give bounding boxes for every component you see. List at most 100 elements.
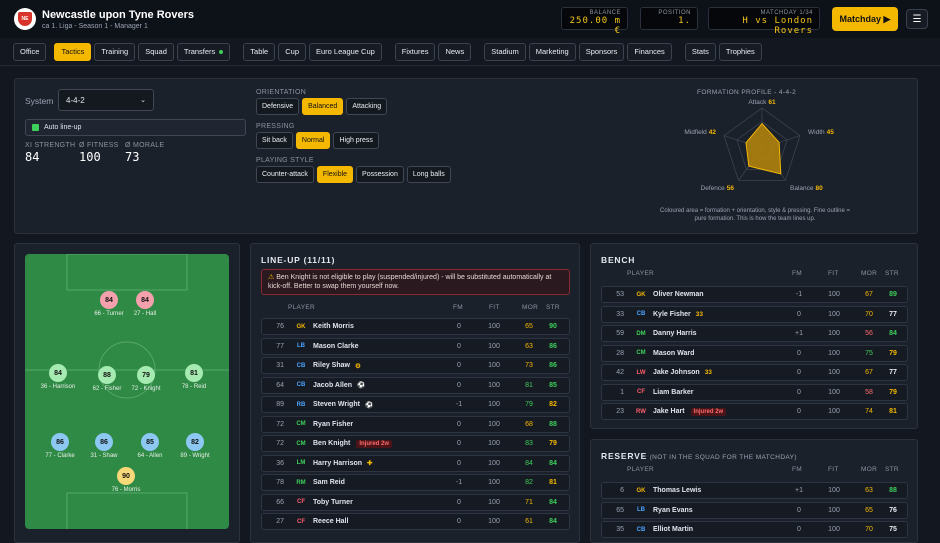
nav-fixtures[interactable]: Fixtures: [394, 42, 436, 61]
strength-value: 86: [549, 362, 557, 369]
player-row[interactable]: 23 RW Jake Hart Injured 2w 0 100 74 81: [601, 403, 908, 420]
nav-stats[interactable]: Stats: [684, 42, 716, 61]
player-row[interactable]: 59 DM Danny Harris +1 100 56 84: [601, 325, 908, 342]
player-row[interactable]: 53 GK Oliver Newman -1 100 67 89: [601, 286, 908, 303]
pitch-player[interactable]: 84 27 - Hall: [110, 291, 180, 317]
position-badge: LB: [637, 507, 645, 513]
profile-note: Coloured area = formation + orientation,…: [660, 208, 850, 222]
nav-marketing[interactable]: Marketing: [528, 42, 576, 61]
shirt-number: 78: [276, 479, 284, 486]
player-rating-circle: 85: [141, 433, 159, 451]
fitness-value: 100: [488, 498, 500, 506]
nav-office[interactable]: Office: [13, 42, 47, 61]
pitch-player[interactable]: 90 76 - Morris: [91, 467, 161, 493]
pitch-player-name: 27 - Hall: [133, 311, 157, 317]
auto-lineup-button[interactable]: Auto line-up: [25, 119, 246, 136]
player-name-cell: Liam Barker: [653, 389, 693, 396]
pressing-sit-back[interactable]: Sit back: [256, 132, 293, 149]
nav-table[interactable]: Table: [243, 42, 276, 61]
position-badge: CM: [296, 421, 306, 427]
form-value: 0: [797, 349, 801, 357]
player-name: Toby Turner: [313, 498, 353, 506]
player-row[interactable]: 33 CB Kyle Fisher 33 0 100 70 77: [601, 305, 908, 323]
pitch-player[interactable]: 82 89 - Wright: [160, 433, 229, 459]
lineup-panel: LINE-UP (11/11) ⚠ Ben Knight is not elig…: [250, 243, 580, 543]
shirt-number: 23: [616, 408, 624, 415]
nav-stadium[interactable]: Stadium: [484, 42, 526, 61]
player-name: Oliver Newman: [653, 291, 704, 298]
system-select[interactable]: 4-4-2 ⌄: [58, 89, 154, 111]
nav-training[interactable]: Training: [94, 42, 136, 61]
player-rating-circle: 82: [186, 433, 204, 451]
style-possession[interactable]: Possession: [356, 166, 404, 183]
player-rating-circle: 79: [137, 366, 155, 384]
orientation-attacking[interactable]: Attacking: [346, 98, 388, 115]
matchday-button[interactable]: Matchday ▶: [832, 7, 898, 31]
position-badge: LB: [297, 343, 305, 349]
player-rating-circle: 86: [95, 433, 113, 451]
pressing-normal[interactable]: Normal: [295, 132, 331, 149]
style-long-balls[interactable]: Long balls: [406, 166, 451, 183]
nav-euro-league-cup[interactable]: Euro League Cup: [309, 42, 382, 61]
position-badge: RM: [296, 479, 306, 486]
shirt-number: 33: [616, 310, 624, 318]
fitness-value: 100: [828, 310, 840, 318]
bench-panel: BENCH PLAYER FM FIT MOR STR 53 GK Oliver N…: [590, 243, 918, 429]
menu-icon[interactable]: ☰: [906, 9, 928, 29]
orientation-group: ORIENTATION Defensive Balanced Attacking: [256, 89, 388, 115]
nav-transfers[interactable]: Transfers: [176, 42, 231, 61]
player-row[interactable]: 66 CF Toby Turner 0 100 71 84: [261, 493, 570, 511]
pitch-player[interactable]: 81 78 - Reid: [159, 364, 229, 390]
form-value: 0: [457, 342, 461, 350]
player-name: Thomas Lewis: [653, 487, 702, 494]
player-row[interactable]: 42 LW Jake Johnson 33 0 100 67 77: [601, 364, 908, 381]
form-value: 0: [457, 498, 461, 506]
player-name-cell: Oliver Newman: [653, 291, 704, 298]
player-name-cell: Sam Reid: [313, 479, 345, 486]
status-icon: 33: [704, 369, 712, 376]
nav-cup[interactable]: Cup: [278, 42, 306, 61]
morale-value: 65: [865, 506, 873, 514]
nav-tactics[interactable]: Tactics: [54, 42, 92, 61]
radar-label-defence: Defence 56: [701, 185, 735, 192]
player-name-cell: Riley Shaw ⚙: [313, 362, 361, 370]
player-name: Keith Morris: [313, 323, 354, 330]
strength-value: 90: [549, 323, 557, 330]
player-row[interactable]: 76 GK Keith Morris 0 100 65 90: [261, 318, 570, 335]
player-row[interactable]: 89 RB Steven Wright ⚽ -1 100 79 82: [261, 396, 570, 413]
nav-squad[interactable]: Squad: [138, 42, 174, 61]
strength-value: 76: [889, 506, 897, 514]
nav-news[interactable]: News: [438, 42, 472, 61]
player-name-cell: Kyle Fisher 33: [653, 311, 703, 318]
morale-value: 82: [525, 479, 533, 486]
player-row[interactable]: 6 GK Thomas Lewis +1 100 63 88: [601, 482, 908, 499]
orientation-defensive[interactable]: Defensive: [256, 98, 300, 115]
orientation-balanced[interactable]: Balanced: [302, 98, 344, 115]
player-row[interactable]: 36 LM Harry Harrison ✚ 0 100 84 84: [261, 454, 570, 472]
player-row[interactable]: 64 CB Jacob Allen ⚽ 0 100 81 85: [261, 376, 570, 394]
player-row[interactable]: 77 LB Mason Clarke 0 100 63 86: [261, 337, 570, 355]
player-row[interactable]: 35 CB Elliot Martin 0 100 70 75: [601, 521, 908, 538]
style-counter-attack[interactable]: Counter-attack: [256, 166, 314, 183]
form-value: 0: [457, 381, 461, 389]
fitness-value: 100: [488, 381, 500, 389]
shirt-number: 89: [276, 401, 284, 408]
nav-sponsors[interactable]: Sponsors: [578, 42, 625, 61]
player-row[interactable]: 1 CF Liam Barker 0 100 58 79: [601, 383, 908, 401]
nav-finances[interactable]: Finances: [627, 42, 672, 61]
player-row[interactable]: 27 CF Reece Hall 0 100 61 84: [261, 513, 570, 530]
position-badge: GK: [636, 291, 646, 298]
shirt-number: 59: [616, 330, 624, 337]
nav-trophies[interactable]: Trophies: [718, 42, 762, 61]
player-row[interactable]: 78 RM Sam Reid -1 100 82 81: [261, 474, 570, 491]
pressing-high-press[interactable]: High press: [333, 132, 379, 149]
player-row[interactable]: 72 CM Ryan Fisher 0 100 68 88: [261, 415, 570, 433]
position-badge: RW: [636, 408, 646, 415]
style-flexible[interactable]: Flexible: [316, 166, 354, 183]
fitness-value: 100: [828, 369, 840, 376]
player-row[interactable]: 31 CB Riley Shaw ⚙ 0 100 73 86: [261, 357, 570, 374]
player-row[interactable]: 72 CM Ben Knight Injured 2w 0 100 83 79: [261, 435, 570, 452]
player-row[interactable]: 65 LB Ryan Evans 0 100 65 76: [601, 501, 908, 519]
player-row[interactable]: 28 CM Mason Ward 0 100 75 79: [601, 344, 908, 362]
warning-icon: ⚠: [268, 274, 277, 281]
